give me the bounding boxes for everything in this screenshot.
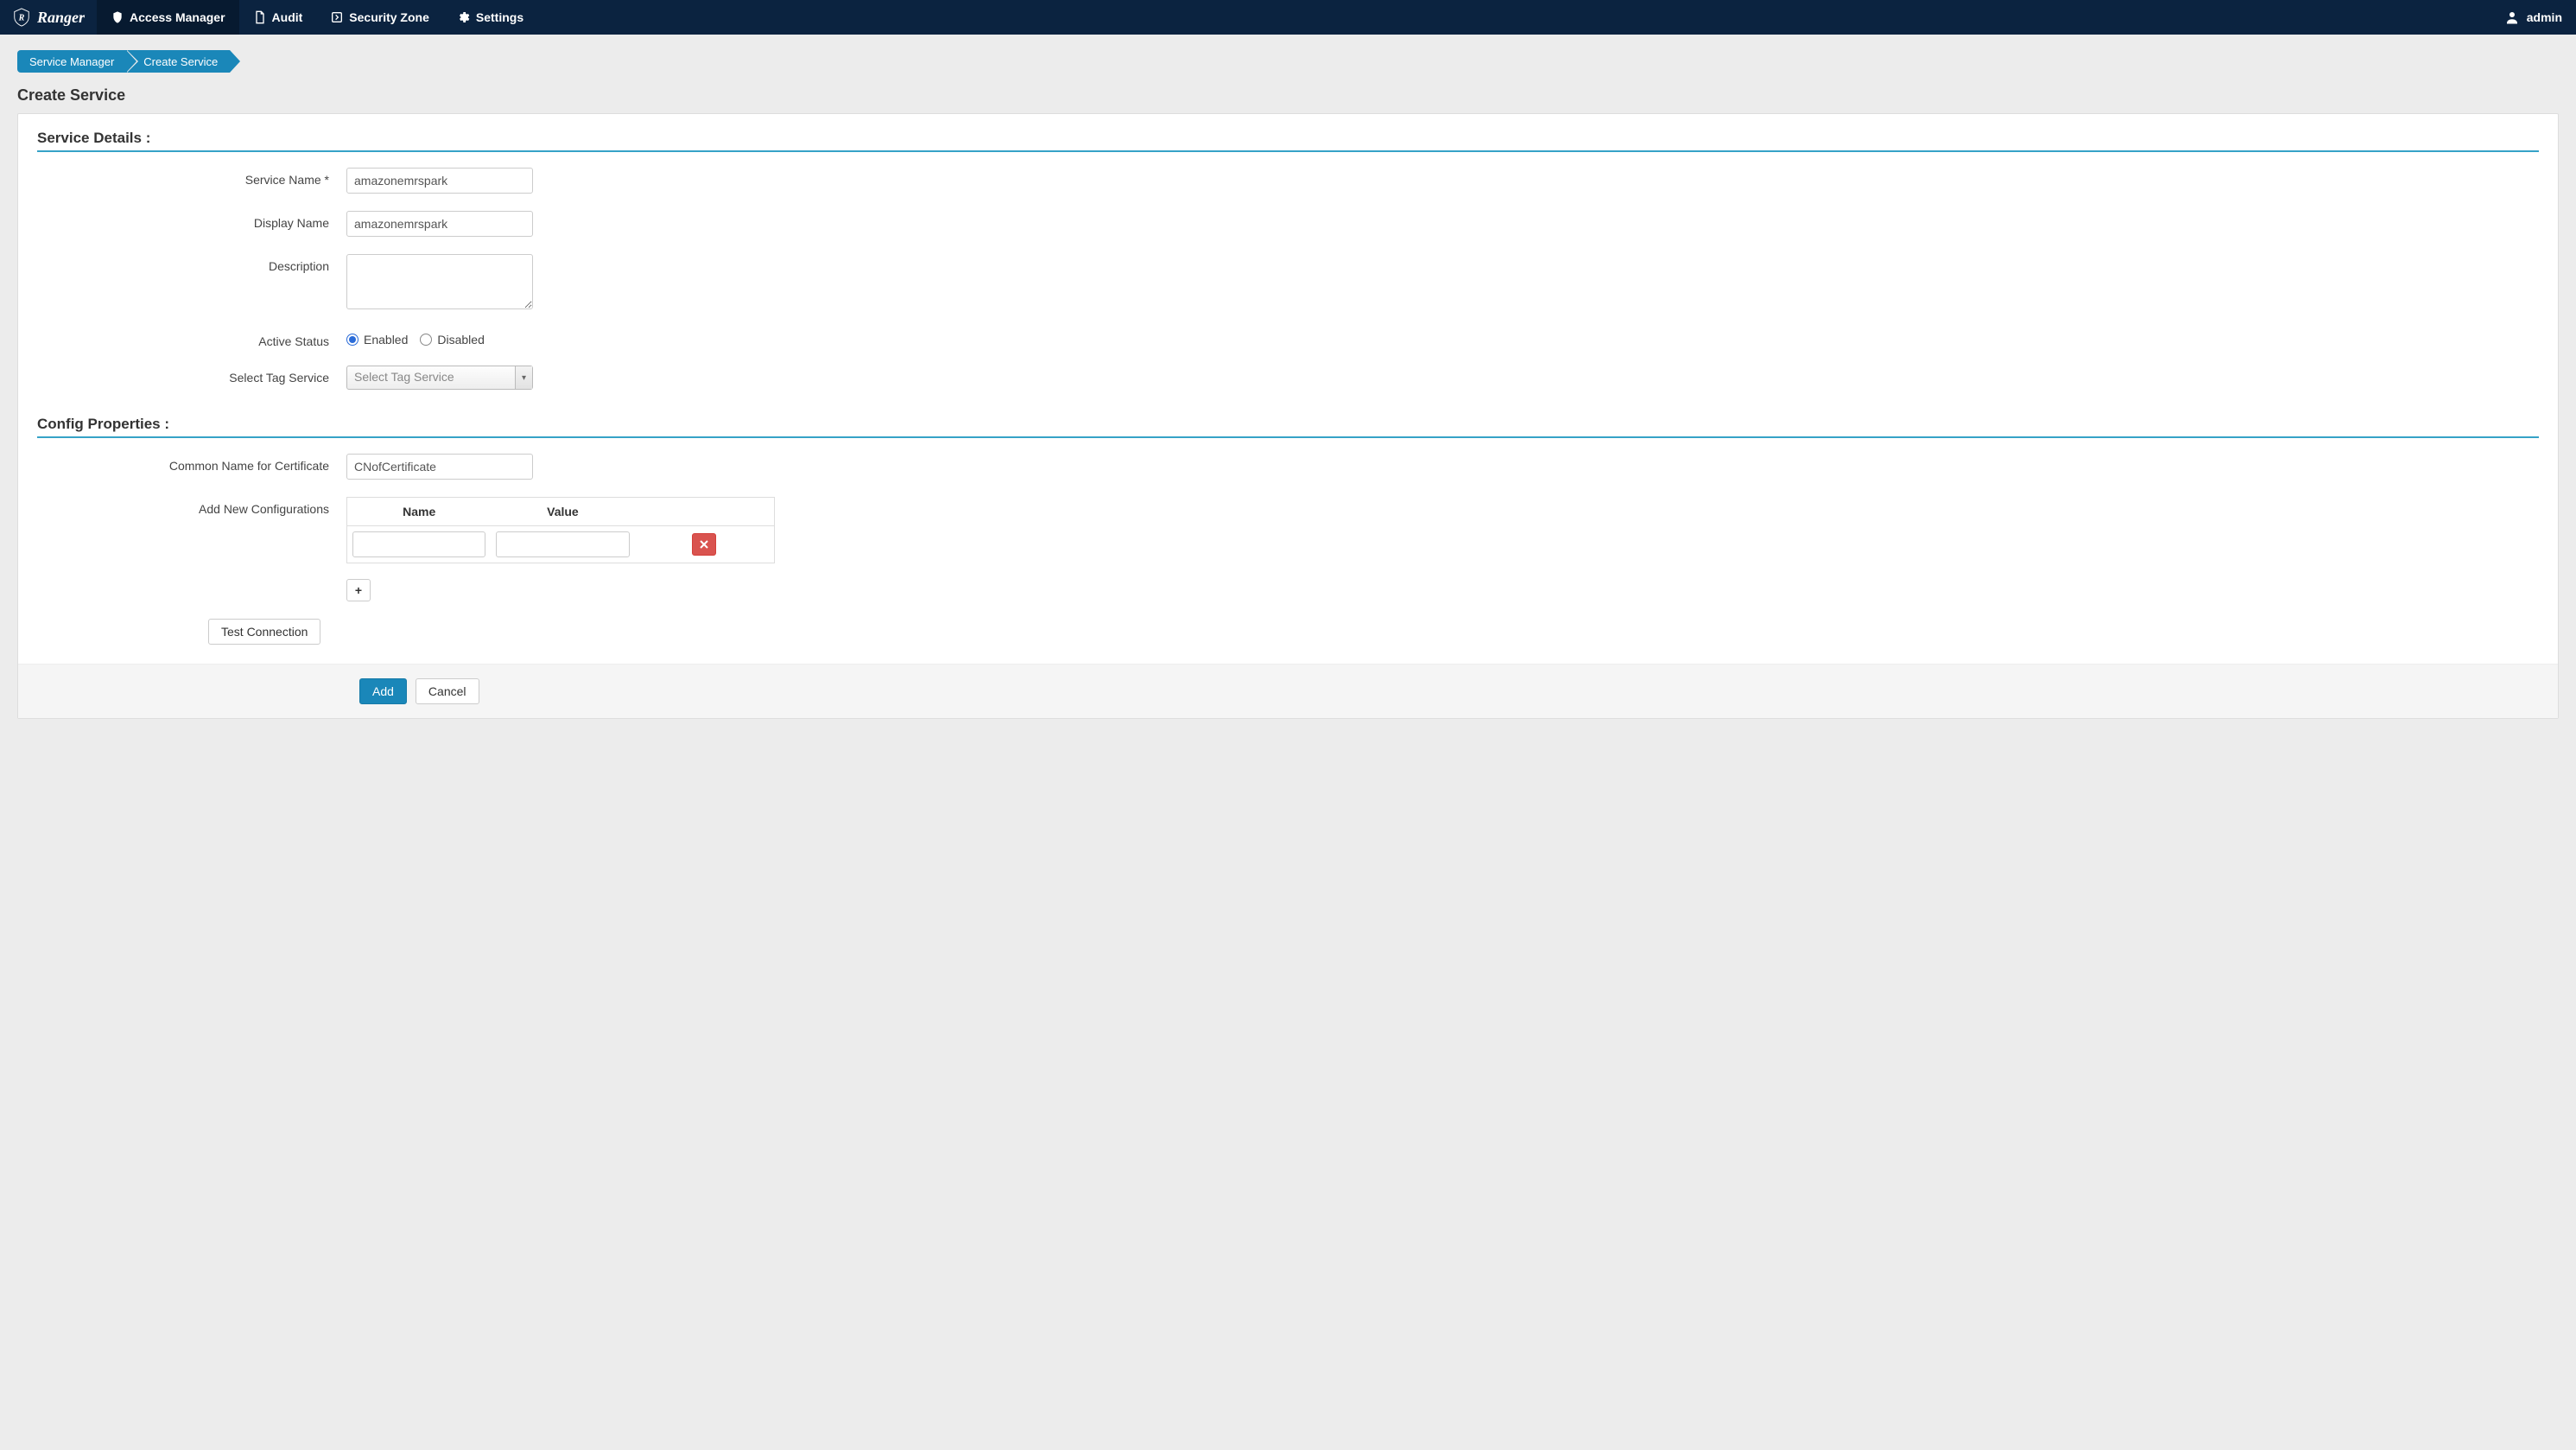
label-description: Description <box>18 254 346 273</box>
label-select-tag-service: Select Tag Service <box>18 366 346 385</box>
label-add-new-configs: Add New Configurations <box>18 497 346 516</box>
plus-icon: + <box>355 583 362 597</box>
radio-disabled-label: Disabled <box>437 333 484 347</box>
user-icon <box>2504 10 2520 25</box>
config-col-name: Name <box>347 498 492 526</box>
nav-user[interactable]: admin <box>2490 10 2576 25</box>
input-display-name[interactable] <box>346 211 533 237</box>
svg-text:R: R <box>18 14 25 23</box>
radio-group-active-status: Enabled Disabled <box>346 329 485 347</box>
radio-icon <box>346 334 358 346</box>
gear-icon <box>457 10 471 24</box>
close-icon <box>700 540 708 549</box>
breadcrumb: Service Manager Create Service <box>17 50 2559 73</box>
breadcrumb-label: Create Service <box>143 55 218 68</box>
label-service-name: Service Name * <box>18 168 346 187</box>
nav-settings-label: Settings <box>476 10 523 24</box>
input-service-name[interactable] <box>346 168 533 194</box>
create-service-card: Service Details : Service Name * Display… <box>17 113 2559 719</box>
breadcrumb-item-create-service[interactable]: Create Service <box>126 50 230 73</box>
cancel-button[interactable]: Cancel <box>416 678 479 704</box>
nav-security-zone-label: Security Zone <box>349 10 429 24</box>
radio-enabled-label: Enabled <box>364 333 408 347</box>
label-display-name: Display Name <box>18 211 346 230</box>
page-title: Create Service <box>0 81 2576 113</box>
cancel-button-label: Cancel <box>428 684 466 698</box>
breadcrumb-label: Service Manager <box>29 55 114 68</box>
radio-disabled[interactable]: Disabled <box>420 333 484 347</box>
textarea-description[interactable] <box>346 254 533 309</box>
brand[interactable]: R Ranger <box>0 0 97 35</box>
label-common-name-cert: Common Name for Certificate <box>18 454 346 473</box>
config-row-name-input[interactable] <box>352 531 485 557</box>
brand-text: Ranger <box>37 9 85 27</box>
add-row-button[interactable]: + <box>346 579 371 601</box>
radio-enabled[interactable]: Enabled <box>346 333 408 347</box>
input-common-name-cert[interactable] <box>346 454 533 480</box>
nav-user-label: admin <box>2527 10 2562 24</box>
top-navbar: R Ranger Access Manager Audit Security Z… <box>0 0 2576 35</box>
nav-settings[interactable]: Settings <box>443 0 537 35</box>
config-col-actions <box>635 498 775 526</box>
section-config-properties: Config Properties : <box>37 416 2539 438</box>
config-row <box>347 526 775 563</box>
shield-icon <box>111 10 124 24</box>
nav-security-zone[interactable]: Security Zone <box>316 0 443 35</box>
config-table: Name Value <box>346 497 775 563</box>
select-tag-service-text: Select Tag Service <box>347 366 515 389</box>
config-col-value: Value <box>491 498 634 526</box>
delete-row-button[interactable] <box>692 533 716 556</box>
add-button-label: Add <box>372 684 394 698</box>
config-row-value-input[interactable] <box>496 531 629 557</box>
section-service-details: Service Details : <box>37 130 2539 152</box>
zone-icon <box>330 10 344 24</box>
test-connection-button[interactable]: Test Connection <box>208 619 320 645</box>
form-actions: Add Cancel <box>18 664 2558 718</box>
document-icon <box>253 10 267 24</box>
nav-access-manager-label: Access Manager <box>130 10 225 24</box>
ranger-logo-icon: R <box>12 8 31 27</box>
nav-audit[interactable]: Audit <box>239 0 317 35</box>
nav-audit-label: Audit <box>272 10 303 24</box>
radio-icon <box>420 334 432 346</box>
breadcrumb-region: Service Manager Create Service <box>0 35 2576 81</box>
chevron-down-icon: ▾ <box>515 366 532 389</box>
test-connection-label: Test Connection <box>221 625 308 639</box>
nav-access-manager[interactable]: Access Manager <box>97 0 239 35</box>
breadcrumb-item-service-manager[interactable]: Service Manager <box>17 50 126 73</box>
label-active-status: Active Status <box>18 329 346 348</box>
select-tag-service[interactable]: Select Tag Service ▾ <box>346 366 533 390</box>
add-button[interactable]: Add <box>359 678 407 704</box>
